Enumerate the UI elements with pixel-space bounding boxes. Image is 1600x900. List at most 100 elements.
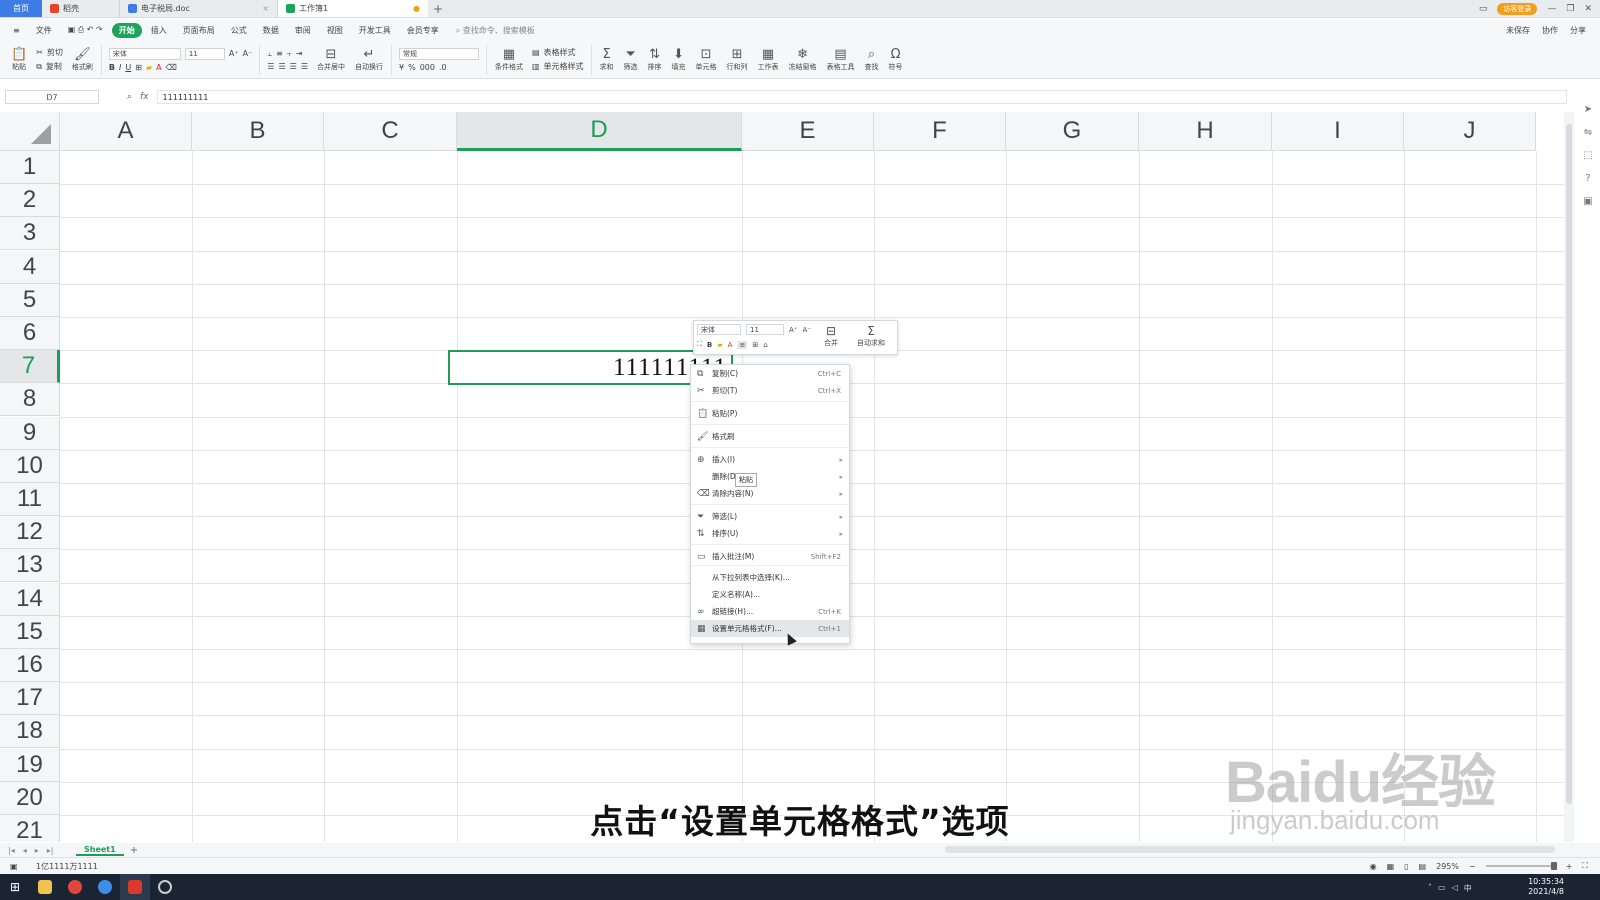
menu-member[interactable]: 会员专享 [400,23,446,38]
mini-autosum-button[interactable]: Σ 自动求和 [857,325,885,348]
taskbar-clock[interactable]: 10:35:34 2021/4/8 [1528,877,1600,897]
row-header-14[interactable]: 14 [0,582,60,616]
indent-icon[interactable]: ⇥ [296,49,303,58]
bold-icon[interactable]: B [109,63,115,72]
table-style-button[interactable]: ▤ 表格样式 [532,47,584,58]
context-menu-item[interactable]: ∞ 超链接(H)... Ctrl+K [691,603,849,620]
hamburger-icon[interactable]: ≡ [6,24,27,37]
align-bottom-icon[interactable]: ⫟ [287,49,292,59]
prev-sheet-icon[interactable]: ◂ [23,846,27,855]
mini-decrease-font-icon[interactable]: A⁻ [802,326,810,334]
row-header-10[interactable]: 10 [0,449,60,483]
fill-color-icon[interactable]: ▰ [146,63,152,72]
unsaved-button[interactable]: 未保存 [1506,25,1530,36]
zoom-in-icon[interactable]: + [1566,862,1573,871]
align-right-icon[interactable]: ☰ [290,62,297,71]
column-header-j[interactable]: J [1404,112,1536,151]
mini-align-icon[interactable]: ≡ [737,340,748,349]
volume-icon[interactable]: ◁ [1452,883,1458,894]
close-window-icon[interactable]: ✕ [1584,4,1592,14]
currency-icon[interactable]: ¥ [399,63,404,72]
fullscreen-icon[interactable]: ⛶ [1582,861,1588,871]
select-icon[interactable]: ⬚ [1583,150,1592,161]
share-button[interactable]: 分享 [1570,25,1586,36]
mini-fill-color-icon[interactable]: ▰ [717,341,722,349]
conditional-format-button[interactable]: ▦ 条件格式 [490,43,528,77]
tab-workbook[interactable]: 工作簿1 ● [278,0,428,17]
menu-developer[interactable]: 开发工具 [352,23,398,38]
horizontal-scrollbar[interactable] [945,846,1555,853]
tab-home[interactable]: 首页 [0,0,42,17]
macro-icon[interactable]: ▣ [10,862,18,871]
row-col-button[interactable]: ⊞ 行和列 [722,43,753,77]
menu-insert[interactable]: 插入 [144,23,174,38]
taskbar-wps[interactable] [120,874,150,900]
column-header-g[interactable]: G [1006,112,1139,151]
menu-home[interactable]: 开始 [111,22,142,38]
underline-icon[interactable]: U [125,63,131,72]
tab-docer[interactable]: 稻壳 [42,0,120,17]
row-header-1[interactable]: 1 [0,151,60,184]
row-header-2[interactable]: 2 [0,184,60,218]
last-sheet-icon[interactable]: ▸| [47,846,54,855]
filter-button[interactable]: ⏷ 筛选 [619,43,643,77]
new-tab-button[interactable]: + [428,0,448,17]
network-icon[interactable]: ▭ [1438,883,1446,894]
save-icon[interactable]: ▣ [1583,196,1592,207]
row-header-8[interactable]: 8 [0,383,60,417]
tray-arrow-icon[interactable]: ˄ [1428,883,1432,894]
taskbar-browser[interactable] [90,874,120,900]
row-header-3[interactable]: 3 [0,217,60,251]
context-menu-item[interactable]: ⇅ 排序(U) ▸ [691,525,849,542]
name-box[interactable]: D7 [5,90,99,104]
formula-input[interactable]: 111111111 [156,90,1567,104]
column-header-a[interactable]: A [60,112,192,151]
symbol-button[interactable]: Ω 符号 [884,43,908,77]
row-header-7[interactable]: 7 [0,350,60,384]
font-color-icon[interactable]: A [156,63,161,72]
page-break-view-icon[interactable]: ▤ [1419,862,1427,871]
cut-button[interactable]: ✂ 剪切 [36,47,63,58]
taskbar-chrome[interactable] [60,874,90,900]
wrap-text-button[interactable]: ↵ 自动换行 [350,43,388,77]
worksheet-button[interactable]: ▦ 工作表 [753,43,784,77]
zoom-formula-icon[interactable]: ⌕ [127,92,132,102]
taskbar-explorer[interactable] [30,874,60,900]
quick-access-icons[interactable]: ▣ ⎙ ↶ ↷ [61,23,110,37]
context-menu-item[interactable]: ▦ 设置单元格格式(F)... Ctrl+1 [691,620,849,637]
mini-merge-button[interactable]: ⊟ 合并 [824,325,838,348]
eye-icon[interactable]: ◉ [1370,862,1377,871]
context-menu-item[interactable]: ▭ 插入批注(M) Shift+F2 [691,548,849,565]
tab-document[interactable]: 电子税局.doc × [120,0,278,17]
context-menu-item[interactable]: 从下拉列表中选择(K)... [691,569,849,586]
login-button[interactable]: 访客登录 [1497,2,1538,15]
zoom-knob[interactable] [1550,862,1557,870]
screen-icon[interactable]: ▭ [1479,4,1488,14]
close-icon[interactable]: × [262,4,269,13]
percent-icon[interactable]: % [408,63,416,72]
ime-icon[interactable]: 中 [1464,883,1472,894]
column-header-h[interactable]: H [1139,112,1272,151]
context-menu-item[interactable]: 📋 粘贴(P) [691,405,849,422]
context-menu-item[interactable]: ⧉ 复制(C) Ctrl+C [691,365,849,382]
start-button[interactable]: ⊞ [0,874,30,900]
pointer-icon[interactable]: ➤ [1584,104,1592,115]
menu-review[interactable]: 审阅 [288,23,318,38]
sheet-tab-sheet1[interactable]: Sheet1 [76,845,124,856]
zoom-out-icon[interactable]: − [1469,862,1476,871]
mini-size-select[interactable]: 11 [746,324,784,335]
add-sheet-button[interactable]: + [124,845,144,856]
command-search[interactable]: ⌕ 查找命令、搜索模板 [456,25,535,36]
restore-icon[interactable]: ❐ [1566,4,1574,14]
italic-icon[interactable]: I [119,63,121,72]
font-size-select[interactable]: 11 [184,47,225,60]
row-header-11[interactable]: 11 [0,483,60,516]
format-painter-button[interactable]: 🖌 格式刷 [67,43,98,77]
context-menu-item[interactable]: 删除(D) ▸ [691,468,849,485]
thousands-icon[interactable]: 000 [420,63,435,72]
collaborate-button[interactable]: 协作 [1542,25,1558,36]
row-header-12[interactable]: 12 [0,516,60,550]
context-menu-item[interactable]: ⏷ 筛选(L) ▸ [691,508,849,525]
align-left-icon[interactable]: ☰ [267,62,274,71]
sort-button[interactable]: ⇅ 排序 [643,43,667,77]
